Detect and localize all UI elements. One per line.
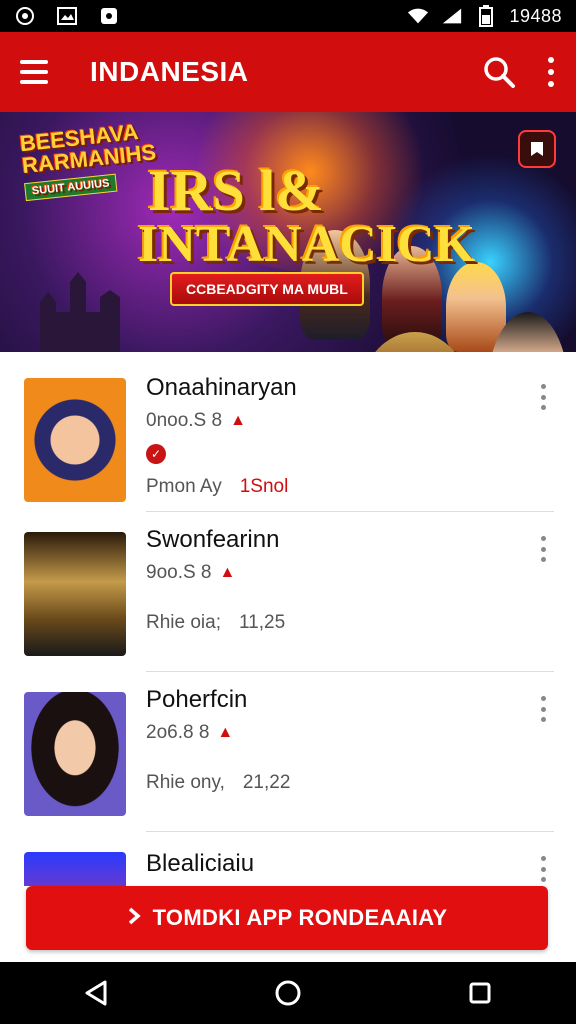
item-meta-value: 2o6.8 8 <box>146 722 210 743</box>
item-meta: 2o6.8 8 ▲ <box>146 722 233 744</box>
banner-tagline: CCBEADGITY MA MUBL <box>170 272 364 306</box>
status-time: 19488 <box>509 5 562 26</box>
status-bar: 19488 <box>0 0 576 32</box>
game-logo: BEESHAVA RARMANIHS SUUIT AUUIUS <box>19 119 165 202</box>
cta-label: TOMDKI APP RONDEAAIAY <box>152 905 448 930</box>
shield-icon <box>98 6 120 26</box>
verified-icon: ✓ <box>146 444 166 464</box>
item-detail-label: Rhie oia; <box>146 612 221 633</box>
app-bar: INDANESIA <box>0 32 576 112</box>
chevron-right-icon <box>127 905 141 931</box>
item-menu-icon[interactable] <box>538 856 548 882</box>
item-menu-icon[interactable] <box>538 536 548 562</box>
list-item[interactable]: Blealiciaiu <box>0 832 576 886</box>
wifi-icon <box>407 6 429 26</box>
item-meta-value: 0noo.S 8 <box>146 410 223 431</box>
item-meta-value: 9oo.S 8 <box>146 562 212 583</box>
bookmark-icon[interactable] <box>518 130 556 168</box>
item-name: Onaahinaryan <box>146 374 297 401</box>
item-menu-icon[interactable] <box>538 384 548 410</box>
cta-container: TOMDKI APP RONDEAAIAY <box>0 886 576 962</box>
headline-line-2: INTANACICK <box>138 216 476 273</box>
item-detail: Rhie ony, 21,22 <box>146 772 290 794</box>
app-list: Onaahinaryan 0noo.S 8 ▲ ✓ Pmon Ay 1Snol … <box>0 352 576 886</box>
castle-illustration <box>40 272 120 352</box>
list-item[interactable]: Poherfcin 2o6.8 8 ▲ Rhie ony, 21,22 <box>0 672 576 832</box>
item-detail-label: Rhie ony, <box>146 772 225 793</box>
recents-icon[interactable] <box>460 973 500 1013</box>
home-icon[interactable] <box>268 973 308 1013</box>
app-thumbnail <box>24 852 126 886</box>
promo-banner[interactable]: BEESHAVA RARMANIHS SUUIT AUUIUS IRS l& I… <box>0 112 576 352</box>
image-icon <box>56 6 78 26</box>
more-options-icon[interactable] <box>546 57 556 87</box>
download-app-button[interactable]: TOMDKI APP RONDEAAIAY <box>26 886 548 950</box>
item-meta: 9oo.S 8 ▲ <box>146 562 235 584</box>
item-detail: Pmon Ay 1Snol <box>146 476 288 498</box>
signal-icon <box>441 6 463 26</box>
headline-line-1: IRS l& <box>148 158 324 223</box>
menu-icon[interactable] <box>20 56 52 88</box>
battery-icon <box>475 5 497 27</box>
item-meta: 0noo.S 8 ▲ <box>146 410 246 432</box>
item-name: Poherfcin <box>146 686 248 713</box>
item-menu-icon[interactable] <box>538 696 548 722</box>
item-detail-value: 11,25 <box>239 612 286 633</box>
app-thumbnail <box>24 532 126 656</box>
app-title: INDANESIA <box>90 56 249 87</box>
item-name: Blealiciaiu <box>146 850 255 877</box>
item-detail-value: 21,22 <box>242 772 291 793</box>
logo-sub: SUUIT AUUIUS <box>24 173 118 202</box>
list-item[interactable]: Swonfearinn 9oo.S 8 ▲ Rhie oia; 11,25 <box>0 512 576 672</box>
banner-headline: IRS l& INTANACICK <box>138 158 475 272</box>
item-detail: Rhie oia; 11,25 <box>146 612 285 634</box>
item-detail-value: 1Snol <box>239 476 289 497</box>
trend-up-icon: ▲ <box>217 724 234 741</box>
search-icon[interactable] <box>482 55 516 89</box>
trend-up-icon: ▲ <box>230 412 246 429</box>
item-detail-label: Pmon Ay <box>146 476 222 497</box>
whatsapp-icon <box>14 6 36 26</box>
trend-up-icon: ▲ <box>219 564 236 581</box>
app-thumbnail <box>24 692 126 816</box>
item-name: Swonfearinn <box>146 526 280 553</box>
back-icon[interactable] <box>76 973 116 1013</box>
list-item[interactable]: Onaahinaryan 0noo.S 8 ▲ ✓ Pmon Ay 1Snol <box>0 352 576 512</box>
system-nav-bar <box>0 962 576 1024</box>
app-thumbnail <box>24 378 126 502</box>
